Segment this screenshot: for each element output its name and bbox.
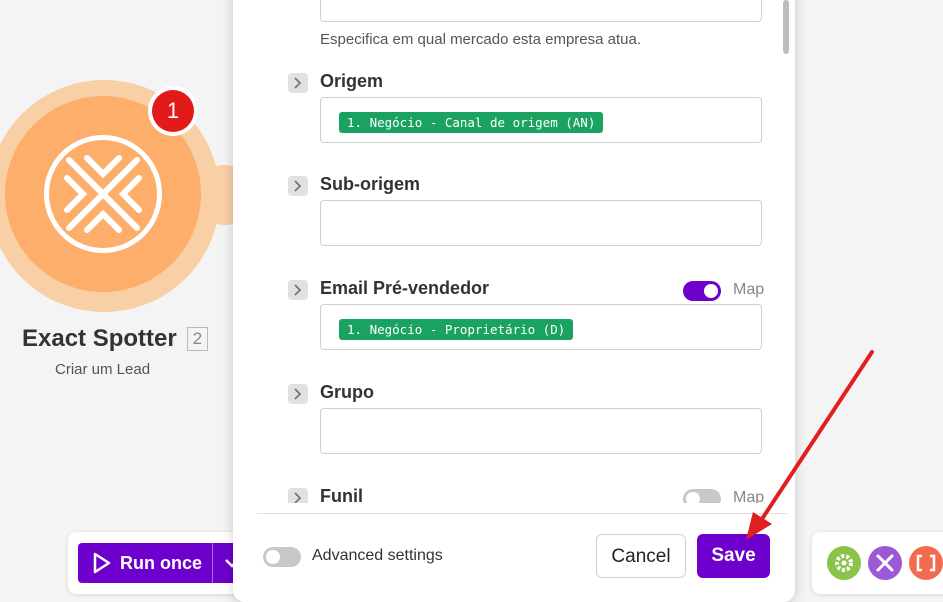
market-helper-text: Especifica em qual mercado esta empresa …	[320, 31, 641, 48]
grupo-input[interactable]	[320, 408, 762, 454]
field-label: Funil	[320, 486, 363, 503]
field-sub-origem: Sub-origem	[288, 172, 763, 246]
module-subtitle: Criar um Lead	[55, 361, 151, 378]
settings-gear-icon[interactable]	[827, 546, 861, 580]
notification-badge[interactable]: 1	[148, 86, 198, 136]
run-once-divider	[212, 543, 213, 583]
field-label: Grupo	[320, 382, 374, 402]
json-brackets-icon[interactable]	[909, 546, 943, 580]
run-toolbar: Run once	[68, 532, 248, 594]
expand-chevron-icon[interactable]	[288, 73, 308, 93]
field-origem: Origem 1. Negócio - Canal de origem (AN)	[288, 69, 763, 143]
mapped-value-pill[interactable]: 1. Negócio - Canal de origem (AN)	[339, 112, 604, 133]
email-pre-vendedor-input[interactable]: 1. Negócio - Proprietário (D)	[320, 304, 762, 350]
expand-chevron-icon[interactable]	[288, 280, 308, 300]
map-label: Map	[733, 489, 765, 503]
dialog-scroll-area[interactable]: Especifica em qual mercado esta empresa …	[233, 0, 795, 503]
advanced-settings-label: Advanced settings	[312, 547, 443, 564]
notification-count: 1	[152, 90, 194, 132]
expand-chevron-icon[interactable]	[288, 384, 308, 404]
module-index-badge: 2	[186, 327, 209, 351]
scrollbar-thumb[interactable]	[783, 0, 789, 54]
field-label: Email Pré-vendedor	[320, 278, 490, 298]
field-email-pre-vendedor: Email Pré-vendedor Map 1. Negócio - Prop…	[288, 276, 765, 350]
sub-origem-input[interactable]	[320, 200, 762, 246]
origem-input[interactable]: 1. Negócio - Canal de origem (AN)	[320, 97, 762, 143]
toggle-knob	[686, 492, 700, 503]
save-button[interactable]: Save	[697, 534, 770, 578]
advanced-settings-toggle[interactable]	[263, 547, 301, 567]
scenario-tools-toolbar	[812, 532, 943, 594]
expand-chevron-icon[interactable]	[288, 176, 308, 196]
cancel-button[interactable]: Cancel	[596, 534, 686, 578]
exact-spotter-module[interactable]: 1	[0, 70, 255, 312]
field-label: Sub-origem	[320, 174, 421, 194]
map-toggle[interactable]	[683, 281, 721, 301]
toggle-knob	[704, 284, 718, 298]
run-once-button[interactable]: Run once	[78, 543, 248, 583]
field-label: Origem	[320, 71, 384, 91]
expand-chevron-icon[interactable]	[288, 488, 308, 503]
map-toggle[interactable]	[683, 489, 721, 503]
tools-icon[interactable]	[868, 546, 902, 580]
dialog-footer-divider	[257, 513, 787, 514]
run-once-label: Run once	[120, 552, 203, 573]
field-funil: Funil Map	[288, 484, 765, 503]
play-icon	[93, 552, 111, 574]
toggle-knob	[266, 550, 280, 564]
exact-spotter-arrows-icon	[44, 135, 162, 253]
field-grupo: Grupo	[288, 380, 763, 454]
module-name: Exact Spotter	[22, 325, 177, 352]
module-title: Exact Spotter 2	[22, 325, 209, 353]
market-input[interactable]	[320, 0, 762, 22]
map-label: Map	[733, 281, 765, 298]
mapped-value-pill[interactable]: 1. Negócio - Proprietário (D)	[339, 319, 574, 340]
module-settings-dialog: Especifica em qual mercado esta empresa …	[233, 0, 795, 602]
